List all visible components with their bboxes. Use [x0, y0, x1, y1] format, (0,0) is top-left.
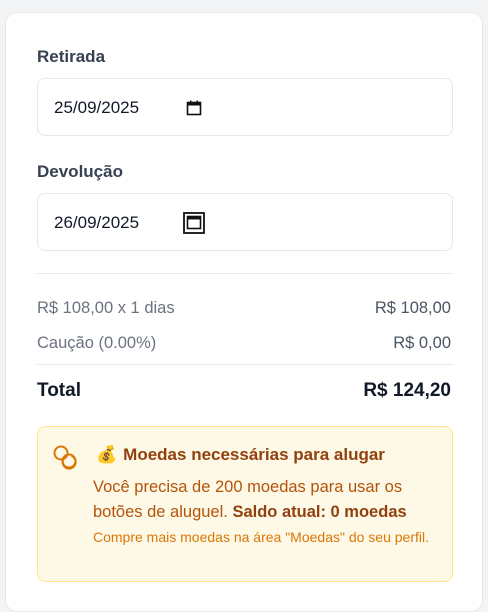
coins-required-alert: 💰 Moedas necessárias para alugar Você pre…: [37, 426, 453, 582]
divider: [37, 364, 453, 365]
return-date-value: 26/09/2025: [54, 213, 140, 232]
pickup-date-value: 25/09/2025: [54, 98, 140, 117]
coins-icon: [53, 445, 77, 470]
alert-body: Você precisa de 200 moedas para usar os …: [93, 475, 433, 525]
money-bag-icon: 💰: [96, 445, 118, 464]
total-amount: R$ 124,20: [363, 380, 451, 401]
divider: [37, 273, 453, 274]
alert-title-text: Moedas necessárias para alugar: [123, 445, 385, 464]
calendar-icon[interactable]: [186, 100, 202, 116]
deposit-line-label: Caução (0.00%): [37, 334, 157, 352]
balance-text: Saldo atual: 0 moedas: [232, 503, 407, 521]
alert-note: Compre mais moedas na área "Moedas" do s…: [93, 529, 429, 545]
pickup-date-input[interactable]: 25/09/2025: [37, 78, 453, 136]
pickup-label: Retirada: [37, 47, 106, 66]
rental-line-label: R$ 108,00 x 1 dias: [37, 299, 175, 317]
deposit-line-amount: R$ 0,00: [393, 334, 451, 352]
return-label: Devolução: [37, 162, 123, 181]
total-label: Total: [37, 380, 81, 401]
rental-line-amount: R$ 108,00: [374, 299, 451, 317]
calendar-icon[interactable]: [183, 212, 205, 234]
rental-summary-card: Retirada 25/09/2025 Devolução 26/09/2025…: [5, 12, 483, 612]
alert-title: 💰 Moedas necessárias para alugar: [96, 445, 385, 465]
return-date-input[interactable]: 26/09/2025: [37, 193, 453, 251]
